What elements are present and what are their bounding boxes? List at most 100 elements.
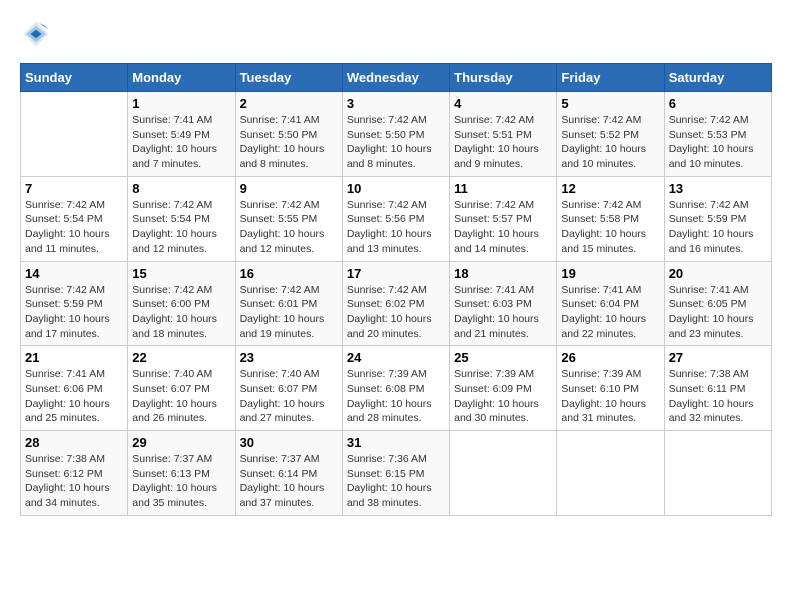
- calendar-cell: 5 Sunrise: 7:42 AM Sunset: 5:52 PM Daylig…: [557, 92, 664, 177]
- day-info: Sunrise: 7:41 AM Sunset: 5:50 PM Dayligh…: [240, 113, 338, 172]
- day-info: Sunrise: 7:40 AM Sunset: 6:07 PM Dayligh…: [240, 367, 338, 426]
- calendar-cell: 21 Sunrise: 7:41 AM Sunset: 6:06 PM Dayli…: [21, 346, 128, 431]
- day-number: 30: [240, 435, 338, 450]
- day-info: Sunrise: 7:42 AM Sunset: 5:53 PM Dayligh…: [669, 113, 767, 172]
- day-number: 19: [561, 266, 659, 281]
- calendar-cell: 29 Sunrise: 7:37 AM Sunset: 6:13 PM Dayli…: [128, 431, 235, 516]
- calendar-cell: 6 Sunrise: 7:42 AM Sunset: 5:53 PM Daylig…: [664, 92, 771, 177]
- weekday-header: Wednesday: [342, 64, 449, 92]
- calendar-cell: 24 Sunrise: 7:39 AM Sunset: 6:08 PM Dayli…: [342, 346, 449, 431]
- day-number: 9: [240, 181, 338, 196]
- day-number: 25: [454, 350, 552, 365]
- day-info: Sunrise: 7:37 AM Sunset: 6:13 PM Dayligh…: [132, 452, 230, 511]
- calendar-header: SundayMondayTuesdayWednesdayThursdayFrid…: [21, 64, 772, 92]
- day-info: Sunrise: 7:42 AM Sunset: 5:58 PM Dayligh…: [561, 198, 659, 257]
- calendar-week-row: 1 Sunrise: 7:41 AM Sunset: 5:49 PM Daylig…: [21, 92, 772, 177]
- day-number: 7: [25, 181, 123, 196]
- day-info: Sunrise: 7:38 AM Sunset: 6:11 PM Dayligh…: [669, 367, 767, 426]
- calendar-cell: 10Sunrise: 7:42 AM Sunset: 5:56 PM Dayli…: [342, 176, 449, 261]
- calendar-cell: 13 Sunrise: 7:42 AM Sunset: 5:59 PM Dayli…: [664, 176, 771, 261]
- calendar-cell: 19 Sunrise: 7:41 AM Sunset: 6:04 PM Dayli…: [557, 261, 664, 346]
- day-info: Sunrise: 7:42 AM Sunset: 5:57 PM Dayligh…: [454, 198, 552, 257]
- calendar-body: 1 Sunrise: 7:41 AM Sunset: 5:49 PM Daylig…: [21, 92, 772, 516]
- calendar-cell: 26Sunrise: 7:39 AM Sunset: 6:10 PM Dayli…: [557, 346, 664, 431]
- calendar-cell: 7 Sunrise: 7:42 AM Sunset: 5:54 PM Daylig…: [21, 176, 128, 261]
- calendar-cell: 9 Sunrise: 7:42 AM Sunset: 5:55 PM Daylig…: [235, 176, 342, 261]
- calendar-cell: [21, 92, 128, 177]
- day-number: 14: [25, 266, 123, 281]
- weekday-row: SundayMondayTuesdayWednesdayThursdayFrid…: [21, 64, 772, 92]
- day-number: 24: [347, 350, 445, 365]
- weekday-header: Sunday: [21, 64, 128, 92]
- day-info: Sunrise: 7:36 AM Sunset: 6:15 PM Dayligh…: [347, 452, 445, 511]
- day-info: Sunrise: 7:42 AM Sunset: 5:55 PM Dayligh…: [240, 198, 338, 257]
- day-number: 12: [561, 181, 659, 196]
- day-number: 4: [454, 96, 552, 111]
- day-info: Sunrise: 7:42 AM Sunset: 5:50 PM Dayligh…: [347, 113, 445, 172]
- day-info: Sunrise: 7:42 AM Sunset: 5:59 PM Dayligh…: [25, 283, 123, 342]
- day-number: 27: [669, 350, 767, 365]
- calendar-cell: 25 Sunrise: 7:39 AM Sunset: 6:09 PM Dayli…: [450, 346, 557, 431]
- day-number: 16: [240, 266, 338, 281]
- day-info: Sunrise: 7:42 AM Sunset: 5:54 PM Dayligh…: [132, 198, 230, 257]
- calendar-cell: [664, 431, 771, 516]
- day-number: 20: [669, 266, 767, 281]
- weekday-header: Thursday: [450, 64, 557, 92]
- day-number: 11: [454, 181, 552, 196]
- day-info: Sunrise: 7:39 AM Sunset: 6:08 PM Dayligh…: [347, 367, 445, 426]
- calendar-week-row: 21 Sunrise: 7:41 AM Sunset: 6:06 PM Dayli…: [21, 346, 772, 431]
- day-number: 23: [240, 350, 338, 365]
- day-number: 5: [561, 96, 659, 111]
- calendar-cell: 23 Sunrise: 7:40 AM Sunset: 6:07 PM Dayli…: [235, 346, 342, 431]
- day-number: 22: [132, 350, 230, 365]
- calendar-cell: 18Sunrise: 7:41 AM Sunset: 6:03 PM Dayli…: [450, 261, 557, 346]
- day-number: 6: [669, 96, 767, 111]
- calendar-cell: 30 Sunrise: 7:37 AM Sunset: 6:14 PM Dayli…: [235, 431, 342, 516]
- day-number: 1: [132, 96, 230, 111]
- day-info: Sunrise: 7:40 AM Sunset: 6:07 PM Dayligh…: [132, 367, 230, 426]
- calendar-cell: [557, 431, 664, 516]
- day-number: 28: [25, 435, 123, 450]
- weekday-header: Friday: [557, 64, 664, 92]
- day-number: 8: [132, 181, 230, 196]
- calendar-cell: 15Sunrise: 7:42 AM Sunset: 6:00 PM Dayli…: [128, 261, 235, 346]
- day-number: 17: [347, 266, 445, 281]
- calendar-cell: 11 Sunrise: 7:42 AM Sunset: 5:57 PM Dayli…: [450, 176, 557, 261]
- calendar-cell: 16 Sunrise: 7:42 AM Sunset: 6:01 PM Dayli…: [235, 261, 342, 346]
- logo: [20, 20, 50, 53]
- day-info: Sunrise: 7:38 AM Sunset: 6:12 PM Dayligh…: [25, 452, 123, 511]
- day-number: 21: [25, 350, 123, 365]
- calendar-cell: 27 Sunrise: 7:38 AM Sunset: 6:11 PM Dayli…: [664, 346, 771, 431]
- day-info: Sunrise: 7:41 AM Sunset: 6:06 PM Dayligh…: [25, 367, 123, 426]
- day-info: Sunrise: 7:41 AM Sunset: 6:05 PM Dayligh…: [669, 283, 767, 342]
- calendar-cell: 31 Sunrise: 7:36 AM Sunset: 6:15 PM Dayli…: [342, 431, 449, 516]
- day-info: Sunrise: 7:42 AM Sunset: 5:59 PM Dayligh…: [669, 198, 767, 257]
- calendar-cell: 22 Sunrise: 7:40 AM Sunset: 6:07 PM Dayli…: [128, 346, 235, 431]
- day-number: 29: [132, 435, 230, 450]
- weekday-header: Tuesday: [235, 64, 342, 92]
- calendar-cell: 2Sunrise: 7:41 AM Sunset: 5:50 PM Daylig…: [235, 92, 342, 177]
- day-info: Sunrise: 7:42 AM Sunset: 6:02 PM Dayligh…: [347, 283, 445, 342]
- calendar-cell: 28 Sunrise: 7:38 AM Sunset: 6:12 PM Dayli…: [21, 431, 128, 516]
- weekday-header: Monday: [128, 64, 235, 92]
- calendar-week-row: 28 Sunrise: 7:38 AM Sunset: 6:12 PM Dayli…: [21, 431, 772, 516]
- day-info: Sunrise: 7:41 AM Sunset: 6:04 PM Dayligh…: [561, 283, 659, 342]
- calendar-cell: 20 Sunrise: 7:41 AM Sunset: 6:05 PM Dayli…: [664, 261, 771, 346]
- calendar-cell: 17 Sunrise: 7:42 AM Sunset: 6:02 PM Dayli…: [342, 261, 449, 346]
- day-info: Sunrise: 7:42 AM Sunset: 6:01 PM Dayligh…: [240, 283, 338, 342]
- day-info: Sunrise: 7:37 AM Sunset: 6:14 PM Dayligh…: [240, 452, 338, 511]
- day-number: 31: [347, 435, 445, 450]
- day-info: Sunrise: 7:39 AM Sunset: 6:09 PM Dayligh…: [454, 367, 552, 426]
- day-info: Sunrise: 7:42 AM Sunset: 5:52 PM Dayligh…: [561, 113, 659, 172]
- day-info: Sunrise: 7:42 AM Sunset: 5:56 PM Dayligh…: [347, 198, 445, 257]
- page-header: [20, 20, 772, 53]
- day-info: Sunrise: 7:42 AM Sunset: 5:51 PM Dayligh…: [454, 113, 552, 172]
- day-info: Sunrise: 7:39 AM Sunset: 6:10 PM Dayligh…: [561, 367, 659, 426]
- weekday-header: Saturday: [664, 64, 771, 92]
- calendar-cell: 8 Sunrise: 7:42 AM Sunset: 5:54 PM Daylig…: [128, 176, 235, 261]
- day-info: Sunrise: 7:41 AM Sunset: 5:49 PM Dayligh…: [132, 113, 230, 172]
- day-number: 13: [669, 181, 767, 196]
- calendar-cell: 1 Sunrise: 7:41 AM Sunset: 5:49 PM Daylig…: [128, 92, 235, 177]
- day-info: Sunrise: 7:42 AM Sunset: 5:54 PM Dayligh…: [25, 198, 123, 257]
- logo-icon: [22, 20, 50, 48]
